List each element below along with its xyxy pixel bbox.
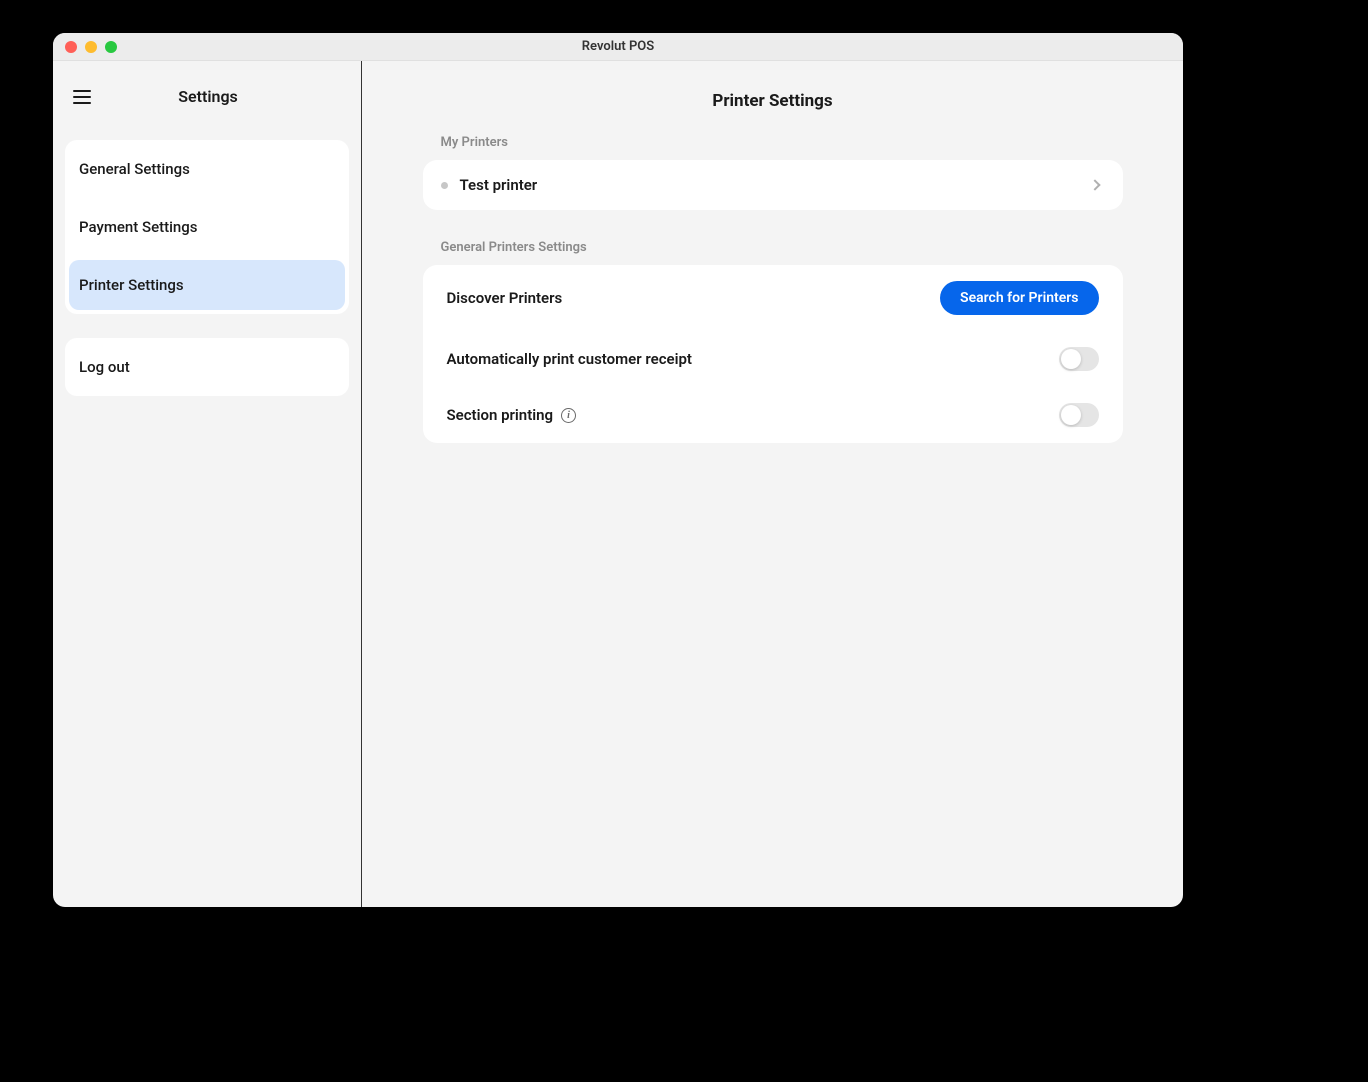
- sidebar-item-label: General Settings: [79, 160, 190, 178]
- section-label-my-printers: My Printers: [423, 135, 1123, 160]
- section-label-general-printer-settings: General Printers Settings: [423, 240, 1123, 265]
- page-title: Printer Settings: [392, 81, 1153, 135]
- sidebar-settings-group: General Settings Payment Settings Printe…: [65, 140, 349, 314]
- my-printers-card: Test printer: [423, 160, 1123, 210]
- printer-row[interactable]: Test printer: [423, 160, 1123, 210]
- section-printing-toggle[interactable]: [1059, 403, 1099, 427]
- content-wrap: My Printers Test printer General Printer…: [423, 135, 1123, 443]
- setting-label-wrap: Section printing i: [447, 406, 1059, 424]
- main-panel: Printer Settings My Printers Test printe…: [362, 61, 1183, 907]
- setting-label: Discover Printers: [447, 289, 941, 307]
- setting-row-section-printing: Section printing i: [423, 387, 1123, 443]
- app-body: Settings General Settings Payment Settin…: [53, 61, 1183, 907]
- window-title: Revolut POS: [53, 39, 1183, 54]
- sidebar-item-logout[interactable]: Log out: [65, 338, 349, 396]
- toggle-knob: [1061, 405, 1081, 425]
- general-printer-settings-card: Discover Printers Search for Printers Au…: [423, 265, 1123, 443]
- sidebar-logout-group: Log out: [65, 338, 349, 396]
- sidebar-item-label: Log out: [79, 358, 130, 376]
- titlebar: Revolut POS: [53, 33, 1183, 61]
- sidebar-item-general-settings[interactable]: General Settings: [65, 140, 349, 198]
- toggle-knob: [1061, 349, 1081, 369]
- sidebar-title: Settings: [73, 87, 343, 106]
- sidebar-header: Settings: [65, 81, 349, 126]
- sidebar-item-printer-settings[interactable]: Printer Settings: [69, 260, 345, 310]
- setting-row-discover-printers: Discover Printers Search for Printers: [423, 265, 1123, 331]
- search-for-printers-button[interactable]: Search for Printers: [940, 281, 1098, 315]
- printer-name: Test printer: [460, 176, 1079, 194]
- chevron-right-icon: [1089, 179, 1100, 190]
- info-icon[interactable]: i: [561, 408, 576, 423]
- printer-status-dot-icon: [441, 182, 448, 189]
- setting-label: Automatically print customer receipt: [447, 350, 1059, 368]
- sidebar: Settings General Settings Payment Settin…: [53, 61, 362, 907]
- sidebar-item-label: Payment Settings: [79, 218, 198, 236]
- sidebar-item-payment-settings[interactable]: Payment Settings: [65, 198, 349, 256]
- setting-row-auto-print-receipt: Automatically print customer receipt: [423, 331, 1123, 387]
- app-window: Revolut POS Settings General Settings Pa…: [53, 33, 1183, 907]
- setting-label: Section printing: [447, 406, 554, 424]
- auto-print-toggle[interactable]: [1059, 347, 1099, 371]
- sidebar-item-label: Printer Settings: [79, 276, 184, 294]
